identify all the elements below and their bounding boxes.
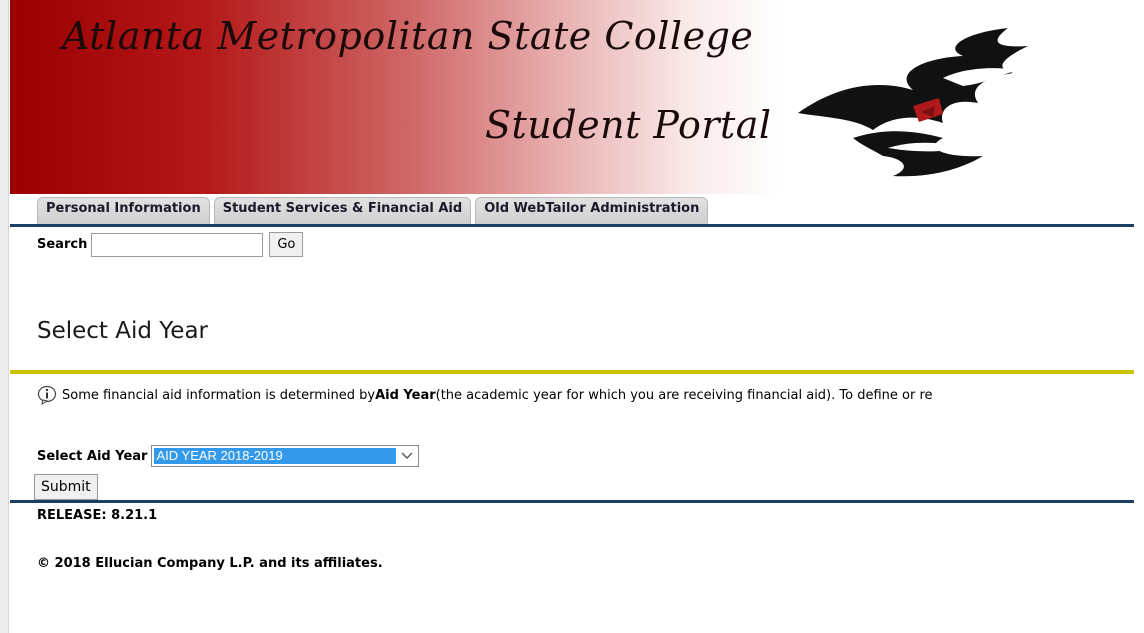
release-version: RELEASE: 8.21.1 [37, 508, 158, 523]
footer-divider [10, 500, 1134, 503]
aid-year-label: Select Aid Year [37, 448, 148, 464]
info-icon [37, 385, 57, 405]
search-bar: Search Go [37, 232, 304, 257]
tab-student-services-financial-aid[interactable]: Student Services & Financial Aid [213, 197, 472, 224]
trailblazer-logo-icon [798, 28, 1028, 177]
info-message: Some financial aid information is determ… [37, 385, 933, 405]
tab-old-webtailor-administration[interactable]: Old WebTailor Administration [475, 197, 709, 224]
left-border [0, 0, 9, 633]
info-text-bold: Aid Year [375, 387, 436, 403]
aid-year-row: Select Aid Year AID YEAR 2018-2019 [37, 445, 420, 467]
main-tabs: Personal Information Student Services & … [37, 197, 712, 224]
portal-name: Student Portal [485, 103, 772, 147]
tab-personal-information[interactable]: Personal Information [37, 197, 210, 224]
aid-year-selected-value: AID YEAR 2018-2019 [154, 448, 397, 464]
search-label: Search [37, 237, 88, 252]
info-text-start: Some financial aid information is determ… [62, 387, 376, 403]
submit-button[interactable]: Submit [34, 474, 98, 500]
header-banner: Atlanta Metropolitan State College Stude… [10, 0, 783, 194]
aid-year-select[interactable]: AID YEAR 2018-2019 [151, 445, 420, 467]
nav-divider [10, 224, 1134, 227]
title-divider [10, 370, 1134, 374]
go-button[interactable]: Go [269, 232, 304, 257]
copyright-text: © 2018 Ellucian Company L.P. and its aff… [37, 556, 383, 571]
college-name: Atlanta Metropolitan State College [62, 14, 754, 58]
info-text-end: (the academic year for which you are rec… [435, 387, 933, 403]
page-title: Select Aid Year [37, 318, 208, 344]
search-input[interactable] [91, 232, 264, 257]
chevron-down-icon [401, 452, 413, 459]
